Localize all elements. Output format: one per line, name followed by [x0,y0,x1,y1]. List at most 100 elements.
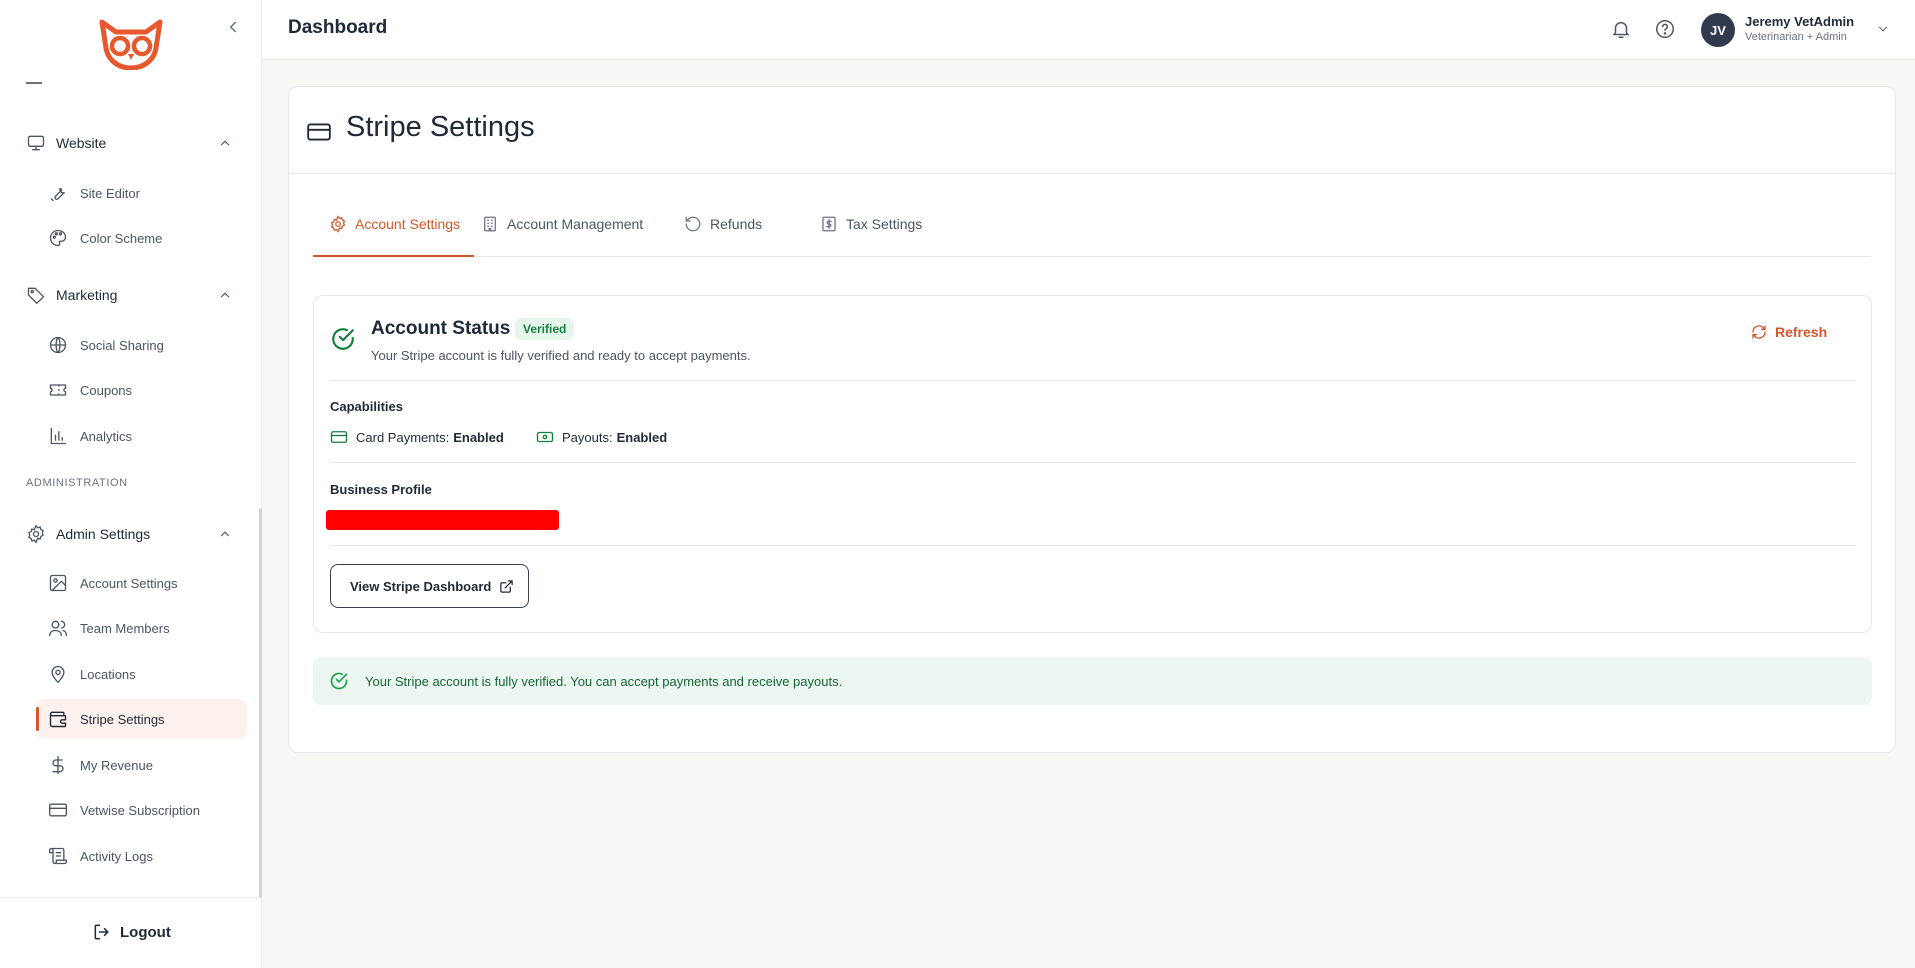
credit-card-icon [48,800,68,820]
avatar[interactable]: JV [1701,13,1735,47]
sidebar-item-locations[interactable]: Locations [36,654,247,694]
tab-refunds[interactable]: Refunds [684,205,762,257]
sidebar-item-label: Locations [80,666,136,682]
credit-card-icon [330,428,348,446]
active-tab-underline [313,255,474,257]
capability-payouts: Payouts: Enabled [536,428,667,446]
view-stripe-dashboard-label: View Stripe Dashboard [350,578,492,594]
sidebar-item-label: Site Editor [80,185,140,201]
capability-label: Card Payments: [356,429,450,445]
receipt-dollar-icon [820,215,838,233]
tab-account-management[interactable]: Account Management [481,205,643,257]
sidebar-item-label: Color Scheme [80,230,163,246]
administration-heading: ADMINISTRATION [26,477,128,489]
sidebar-section-label: Admin Settings [56,526,151,542]
scroll-icon [48,846,68,866]
sidebar-nav: Website Site Editor Color Scheme Marketi… [0,72,262,897]
sidebar-item-label: Vetwise Subscription [80,802,200,818]
sidebar-section-website[interactable]: Website [26,131,232,155]
wallet-icon [48,709,68,729]
logout-button[interactable]: Logout [92,920,171,944]
help-icon[interactable] [1654,18,1676,40]
credit-card-icon [306,119,332,145]
tab-label: Refunds [710,216,763,232]
sidebar-item-label: Analytics [80,428,133,444]
verified-alert: Your Stripe account is fully verified. Y… [313,657,1872,705]
logout-icon [92,922,112,942]
external-link-icon [499,579,514,594]
sidebar-section-marketing[interactable]: Marketing [26,283,232,307]
logout-label: Logout [120,923,171,941]
monitor-icon [26,133,46,153]
sidebar-item-label: Account Settings [80,575,178,591]
sidebar-item-label: Activity Logs [80,848,153,864]
capabilities-label: Capabilities [330,399,403,414]
refresh-button[interactable]: Refresh [1751,324,1827,340]
logout-area: Logout [0,897,262,968]
sidebar-item-site-editor[interactable]: Site Editor [36,173,247,213]
map-pin-icon [48,664,68,684]
capability-value: Enabled [453,429,504,445]
users-icon [48,618,68,638]
sidebar-item-label: Team Members [80,620,170,636]
account-status-title: Account Status [371,318,511,339]
chevron-down-icon[interactable] [1876,22,1890,36]
sidebar-item-account-settings[interactable]: Account Settings [36,563,247,603]
sidebar-item-team-members[interactable]: Team Members [36,608,247,648]
view-stripe-dashboard-button[interactable]: View Stripe Dashboard [330,564,530,608]
divider [330,545,1856,546]
card-header: Stripe Settings [289,87,1895,174]
building-icon [481,215,499,233]
sidebar-section-label: Website [56,135,107,151]
card-title: Stripe Settings [346,111,535,143]
capability-card-payments: Card Payments: Enabled [330,428,504,446]
sidebar-item-my-revenue[interactable]: My Revenue [36,745,247,785]
chevron-up-icon[interactable] [218,527,232,541]
tab-tax-settings[interactable]: Tax Settings [820,205,922,257]
sidebar-item-label: Social Sharing [80,337,164,353]
page-title: Dashboard [288,17,388,38]
tab-label: Account Management [507,216,644,232]
alert-message: Your Stripe account is fully verified. Y… [365,673,843,689]
sidebar-item-social-sharing[interactable]: Social Sharing [36,325,247,365]
dollar-icon [48,755,68,775]
stripe-settings-card: Stripe Settings Account Settings Account… [288,86,1896,753]
divider [330,462,1856,463]
sidebar-section-admin-settings[interactable]: Admin Settings [26,522,232,546]
rotate-ccw-icon [684,215,702,233]
redacted-business-profile [326,510,559,530]
bell-icon[interactable] [1610,18,1632,40]
active-indicator [36,707,39,731]
refresh-label: Refresh [1775,324,1828,340]
capability-label: Payouts: [562,429,613,445]
sidebar-scrollbar[interactable] [259,508,262,898]
banknote-icon [536,428,554,446]
sidebar-section-label: Marketing [56,287,118,303]
chevron-up-icon[interactable] [218,136,232,150]
account-status-card: Account Status Verified Your Stripe acco… [313,295,1872,633]
tag-icon [26,285,46,305]
palette-icon [48,228,68,248]
owl-logo-icon[interactable] [96,18,166,70]
sidebar-item-stripe-settings[interactable]: Stripe Settings [36,699,247,739]
ticket-icon [48,380,68,400]
business-profile-label: Business Profile [330,482,432,497]
tab-account-settings[interactable]: Account Settings [329,205,460,257]
collapse-sidebar-icon[interactable] [224,18,242,36]
chevron-up-icon[interactable] [218,288,232,302]
wrench-icon [48,183,68,203]
user-name[interactable]: Jeremy VetAdmin [1745,14,1854,29]
sidebar-item-label: Coupons [80,382,133,398]
sidebar-item-coupons[interactable]: Coupons [36,370,247,410]
sidebar-item-activity-logs[interactable]: Activity Logs [36,836,247,876]
tab-label: Account Settings [355,216,461,232]
bar-chart-icon [48,426,68,446]
capability-value: Enabled [616,429,668,445]
sidebar-item-vetwise-subscription[interactable]: Vetwise Subscription [36,790,247,830]
divider [330,380,1856,381]
status-badge: Verified [515,318,575,340]
sidebar-item-color-scheme[interactable]: Color Scheme [36,218,247,258]
user-role: Veterinarian + Admin [1745,31,1847,43]
sidebar-item-analytics[interactable]: Analytics [36,416,247,456]
sidebar-item-label: My Revenue [80,757,153,773]
